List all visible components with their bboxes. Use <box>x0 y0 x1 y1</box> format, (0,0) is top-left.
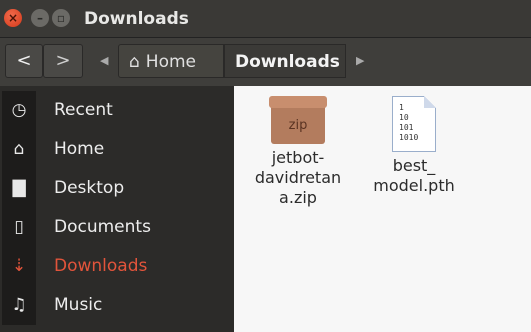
file-name-line: jetbot- <box>271 148 325 167</box>
sidebar-item-desktop[interactable]: ▇ Desktop <box>0 169 234 208</box>
file-item-zip[interactable]: zip jetbot- davidretan a.zip <box>248 96 348 208</box>
file-name-line: davidretan <box>254 168 342 187</box>
chevron-right-icon: > <box>55 50 71 71</box>
download-icon: ⇣ <box>2 247 36 286</box>
page-fold <box>424 96 436 108</box>
folder-icon: ▇ <box>2 169 36 208</box>
binary-line: 1010 <box>399 133 419 142</box>
sidebar-item-label: Recent <box>54 100 113 120</box>
breadcrumb-scroll-right-icon[interactable]: ▶ <box>356 54 364 67</box>
binary-file-icon: 1 10 101 1010 <box>392 96 436 152</box>
file-view: zip jetbot- davidretan a.zip 1 10 101 10… <box>234 86 531 332</box>
sidebar-item-label: Music <box>54 295 103 315</box>
zip-icon-label: zip <box>288 118 308 133</box>
sidebar-item-label: Desktop <box>54 178 125 198</box>
sidebar-item-documents[interactable]: ▯ Documents <box>0 208 234 247</box>
sidebar-item-label: Home <box>54 139 105 159</box>
binary-line: 101 <box>399 123 414 132</box>
zip-box-lid <box>269 96 327 108</box>
sidebar-item-home[interactable]: ⌂ Home <box>0 130 234 169</box>
title-bar: × – ▫ Downloads <box>0 0 531 38</box>
binary-digits: 1 10 101 1010 <box>399 103 418 143</box>
sidebar-item-downloads[interactable]: ⇣ Downloads <box>0 247 234 286</box>
zip-archive-icon: zip <box>269 96 327 144</box>
sidebar-item-label: Documents <box>54 217 151 237</box>
sidebar-item-music[interactable]: ♫ Music <box>0 286 234 325</box>
file-name-line: a.zip <box>279 188 317 207</box>
back-button[interactable]: < <box>5 44 43 78</box>
toolbar: < > ◀ ⌂ Home Downloads ▶ <box>0 38 531 86</box>
breadcrumb-downloads[interactable]: Downloads <box>224 44 346 78</box>
breadcrumb-scroll-left-icon[interactable]: ◀ <box>100 54 108 67</box>
file-name-line: model.pth <box>373 176 455 195</box>
breadcrumb-home[interactable]: ⌂ Home <box>118 44 224 78</box>
file-item-pth[interactable]: 1 10 101 1010 best_ model.pth <box>364 96 464 196</box>
binary-line: 10 <box>399 113 409 122</box>
breadcrumb-downloads-label: Downloads <box>235 52 340 72</box>
window-title: Downloads <box>84 9 189 29</box>
sidebar: ◷ Recent ⌂ Home ▇ Desktop ▯ Documents ⇣ … <box>0 86 234 332</box>
chevron-left-icon: < <box>16 50 32 71</box>
minimize-window-button[interactable]: – <box>31 9 49 27</box>
sidebar-item-recent[interactable]: ◷ Recent <box>0 91 234 130</box>
music-icon: ♫ <box>2 286 36 325</box>
clock-icon: ◷ <box>2 91 36 130</box>
document-icon: ▯ <box>2 208 36 247</box>
close-window-button[interactable]: × <box>4 9 22 27</box>
home-icon: ⌂ <box>2 130 36 169</box>
home-icon: ⌂ <box>129 52 140 72</box>
binary-line: 1 <box>399 103 404 112</box>
sidebar-item-label: Downloads <box>54 256 148 276</box>
file-name: jetbot- davidretan a.zip <box>248 148 348 208</box>
breadcrumb-home-label: Home <box>145 52 196 72</box>
forward-button[interactable]: > <box>43 44 83 78</box>
file-name: best_ model.pth <box>364 156 464 196</box>
maximize-window-button[interactable]: ▫ <box>52 9 70 27</box>
file-name-line: best_ <box>392 156 436 175</box>
